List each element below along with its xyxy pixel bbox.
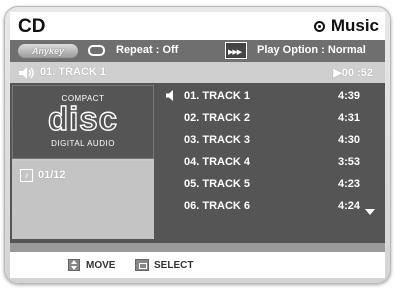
play-option-icon[interactable]: ▶▶▶	[225, 42, 247, 59]
track-duration: 4:30	[338, 134, 361, 146]
track-row[interactable]: 01. TRACK 1 4:39	[162, 85, 382, 107]
anykey-button[interactable]: Anykey	[18, 44, 78, 58]
logo-main-text: disc	[47, 100, 119, 137]
scroll-down-icon[interactable]	[365, 209, 375, 215]
select-hint: SELECT	[154, 260, 194, 271]
logo-bottom-text: DIGITAL AUDIO	[51, 139, 115, 148]
track-row[interactable]: 06. TRACK 6 4:24	[162, 195, 382, 217]
main-area: COMPACT disc DIGITAL AUDIO ♪ 01/12 01. T…	[10, 83, 385, 243]
bottom-divider	[10, 243, 385, 252]
track-name: 03. TRACK 3	[184, 134, 251, 146]
page-title: CD	[18, 16, 46, 37]
track-name: 05. TRACK 5	[184, 178, 251, 190]
speaker-icon	[19, 67, 34, 79]
elapsed-time: ▶00 :52	[333, 67, 373, 79]
hint-bar: MOVE SELECT	[10, 252, 385, 278]
track-duration: 4:39	[338, 90, 361, 102]
repeat-status[interactable]: Repeat : Off	[116, 44, 178, 56]
music-note-icon: ♪	[20, 169, 33, 182]
track-row[interactable]: 05. TRACK 5 4:23	[162, 173, 382, 195]
play-option-status[interactable]: Play Option : Normal	[257, 44, 366, 56]
playing-speaker-icon	[166, 90, 173, 101]
track-duration: 4:23	[338, 178, 361, 190]
disc-icon	[313, 20, 325, 32]
enter-key-icon	[135, 259, 149, 271]
track-name: 01. TRACK 1	[184, 90, 251, 102]
now-playing-bar: 01. TRACK 1 ▶00 :52	[10, 62, 385, 83]
track-row[interactable]: 03. TRACK 3 4:30	[162, 129, 382, 151]
osd-screen: CD Music Anykey Repeat : Off ▶▶▶ Play Op…	[10, 12, 385, 278]
mode-label: Music	[330, 16, 379, 35]
track-list[interactable]: 01. TRACK 1 4:39 02. TRACK 2 4:31 03. TR…	[162, 85, 382, 239]
track-name: 02. TRACK 2	[184, 112, 251, 124]
track-row[interactable]: 04. TRACK 4 3:53	[162, 151, 382, 173]
now-playing-track: 01. TRACK 1	[40, 66, 107, 78]
track-duration: 4:24	[338, 200, 361, 212]
track-counter-box: ♪ 01/12	[12, 161, 154, 239]
track-counter: 01/12	[38, 169, 66, 181]
track-name: 06. TRACK 6	[184, 200, 251, 212]
track-duration: 4:31	[338, 112, 361, 124]
options-bar: Anykey Repeat : Off ▶▶▶ Play Option : No…	[10, 40, 385, 62]
track-name: 04. TRACK 4	[184, 156, 251, 168]
info-panel: COMPACT disc DIGITAL AUDIO ♪ 01/12	[12, 85, 154, 239]
move-arrows-icon	[68, 259, 80, 271]
compact-disc-logo: COMPACT disc DIGITAL AUDIO	[12, 85, 154, 159]
track-duration: 3:53	[338, 156, 361, 168]
track-row[interactable]: 02. TRACK 2 4:31	[162, 107, 382, 129]
repeat-icon[interactable]	[88, 45, 105, 56]
move-hint: MOVE	[86, 260, 116, 271]
title-bar: CD Music	[10, 12, 385, 40]
mode-indicator: Music	[313, 16, 379, 36]
